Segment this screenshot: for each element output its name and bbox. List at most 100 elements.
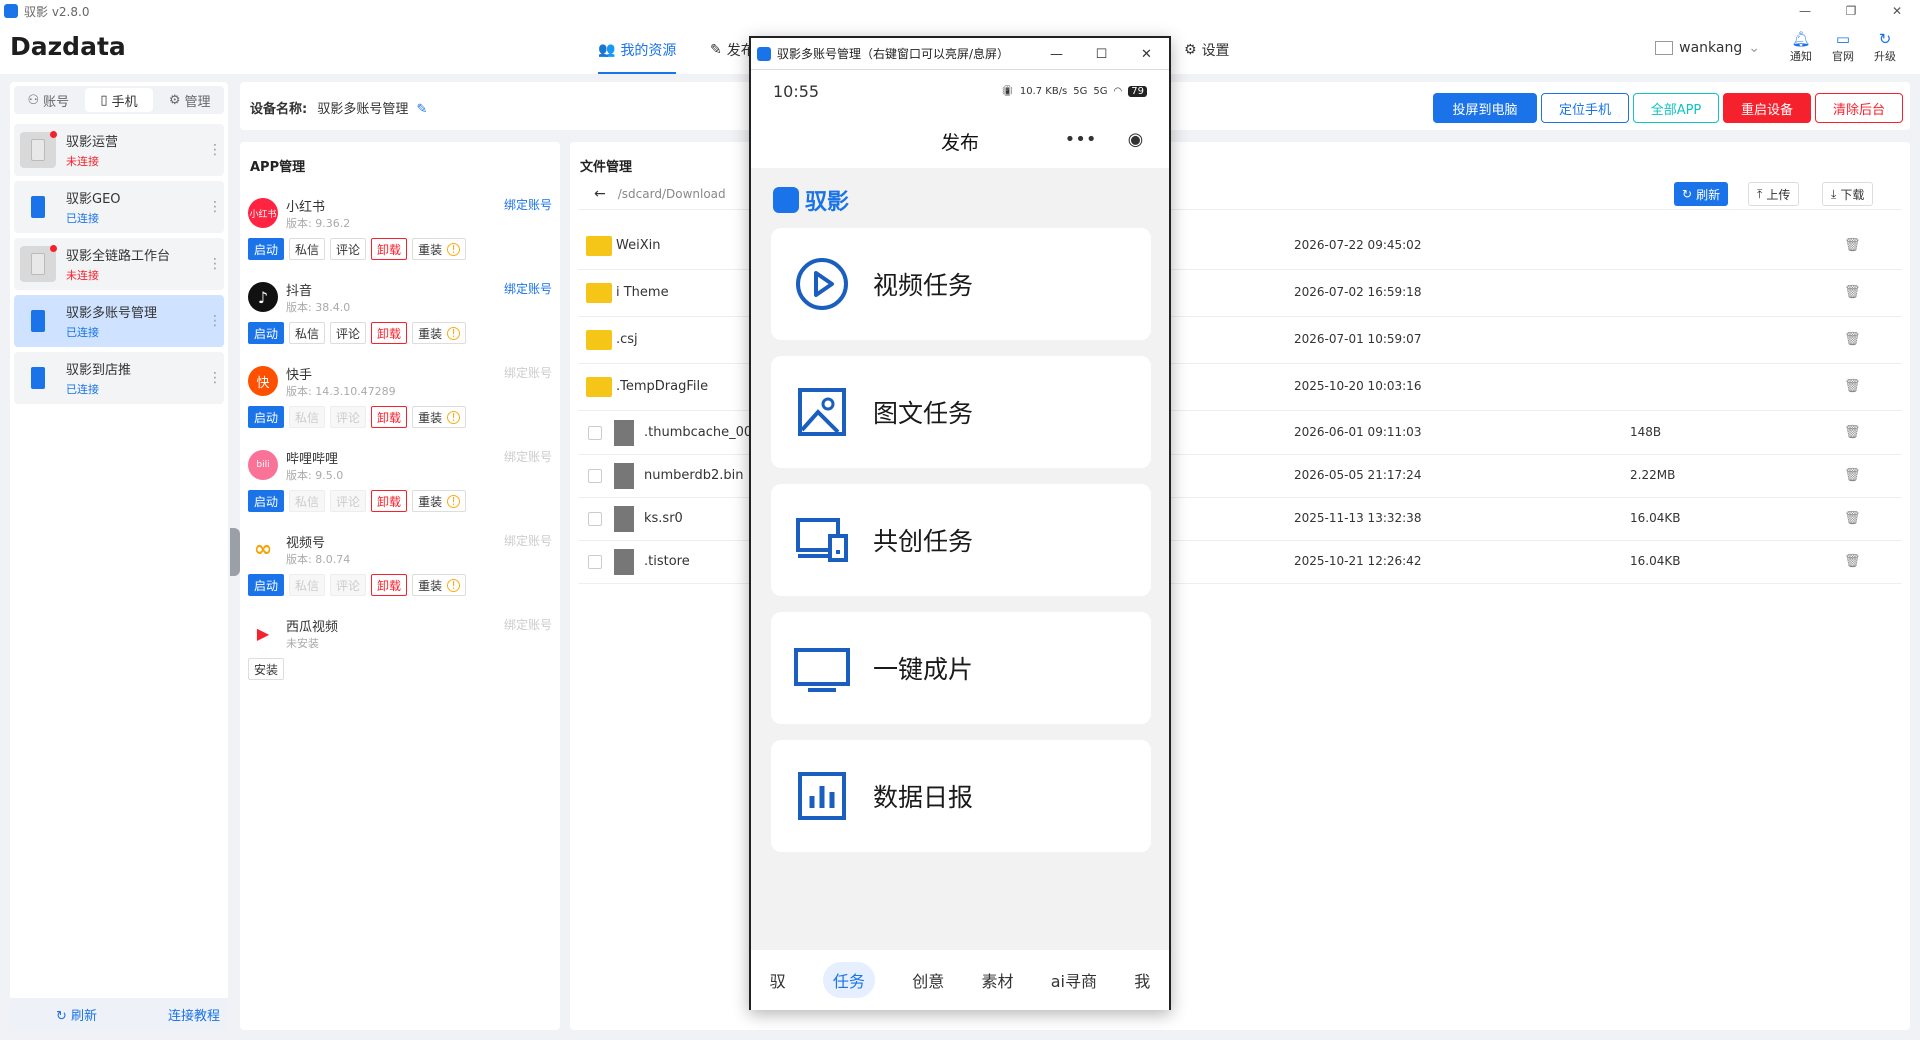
close-button[interactable]: ✕ xyxy=(1874,0,1920,22)
comment-button[interactable]: 评论 xyxy=(330,322,367,344)
tab-accounts[interactable]: ⚇ 账号 xyxy=(14,86,83,114)
edit-icon[interactable]: ✎ xyxy=(417,102,428,117)
tab-creative[interactable]: 创意 xyxy=(912,968,944,992)
tab-home[interactable]: 驭 xyxy=(770,968,786,992)
back-arrow-icon[interactable]: ← xyxy=(594,186,606,202)
more-icon[interactable]: ⋮ xyxy=(208,199,224,215)
task-card[interactable]: 视频任务 xyxy=(771,228,1151,340)
row-checkbox[interactable] xyxy=(588,426,602,440)
trash-icon[interactable]: 🗑︎ xyxy=(1844,425,1861,440)
tab-tasks[interactable]: 任务 xyxy=(822,962,875,998)
device-item[interactable]: 驭影运营 未连接 ⋮ xyxy=(14,124,224,176)
task-card[interactable]: 一键成片 xyxy=(771,612,1151,724)
comment-button: 评论 xyxy=(330,490,367,512)
label: 通知 xyxy=(1790,50,1812,63)
task-card[interactable]: 数据日报 xyxy=(771,740,1151,852)
bind-account-link: 绑定账号 xyxy=(503,618,552,632)
refresh-button[interactable]: ↻ 刷新 xyxy=(1674,182,1729,206)
tab-my-resources[interactable]: 👥 我的资源 xyxy=(598,40,677,74)
start-button[interactable]: 启动 xyxy=(248,406,285,428)
row-checkbox[interactable] xyxy=(588,469,602,483)
reinstall-button[interactable]: 重装! xyxy=(412,322,467,344)
reinstall-button[interactable]: 重装! xyxy=(412,574,467,596)
start-button[interactable]: 启动 xyxy=(248,322,285,344)
restore-button[interactable]: ❐ xyxy=(1828,0,1874,22)
tab-ai[interactable]: ai寻商 xyxy=(1051,968,1097,992)
user-menu[interactable]: wankang ⌄ xyxy=(1655,40,1760,56)
file-icon xyxy=(614,506,634,532)
restart-device-button[interactable]: 重启设备 xyxy=(1723,93,1811,123)
dm-button[interactable]: 私信 xyxy=(289,238,326,260)
uninstall-button[interactable]: 卸载 xyxy=(371,574,408,596)
target-icon[interactable]: ◉ xyxy=(1128,129,1144,150)
device-item[interactable]: 驭影GEO 已连接 ⋮ xyxy=(14,181,224,233)
device-name-field: 设备名称: 驭影多账号管理 ✎ xyxy=(250,98,427,117)
minimize-button[interactable]: — xyxy=(1782,0,1828,22)
row-checkbox[interactable] xyxy=(588,555,602,569)
trash-icon[interactable]: 🗑︎ xyxy=(1844,379,1861,394)
start-button[interactable]: 启动 xyxy=(248,574,285,596)
bind-account-link[interactable]: 绑定账号 xyxy=(504,196,552,213)
trash-icon[interactable]: 🗑︎ xyxy=(1844,285,1861,300)
collapse-handle[interactable] xyxy=(230,528,240,576)
trash-icon[interactable]: 🗑︎ xyxy=(1844,468,1861,483)
app-name: 视频号 xyxy=(286,536,326,551)
uninstall-button[interactable]: 卸载 xyxy=(371,322,408,344)
app-name: 小红书 xyxy=(286,200,326,215)
tab-phones[interactable]: ▯ 手机 xyxy=(84,88,154,112)
uninstall-button[interactable]: 卸载 xyxy=(371,490,408,512)
more-icon[interactable]: ⋮ xyxy=(208,142,224,158)
bind-account-link[interactable]: 绑定账号 xyxy=(504,280,552,297)
uninstall-button[interactable]: 卸载 xyxy=(371,406,408,428)
reinstall-button[interactable]: 重装! xyxy=(412,490,467,512)
refresh-button[interactable]: ↻ 刷新 xyxy=(56,1005,97,1024)
start-button[interactable]: 启动 xyxy=(248,490,285,512)
upgrade-button[interactable]: ↻ 升级 xyxy=(1868,30,1902,64)
download-button[interactable]: ⤓ 下载 xyxy=(1822,182,1874,206)
device-item[interactable]: 驭影全链路工作台 未连接 ⋮ xyxy=(14,238,224,290)
status-icons: 📳︎ 10.7 KB/s 5G 5G ◠ 79 xyxy=(1001,85,1147,97)
notification-button[interactable]: 🔔︎ 通知 xyxy=(1784,30,1818,64)
install-button[interactable]: 安装 xyxy=(248,658,285,680)
close-button[interactable]: ✕ xyxy=(1124,38,1169,70)
miniprogram-capsule[interactable]: ••• ◉ xyxy=(1049,120,1159,158)
trash-icon[interactable]: 🗑︎ xyxy=(1844,511,1861,526)
tab-me[interactable]: 我 xyxy=(1134,968,1150,992)
mirror-titlebar[interactable]: 驭影多账号管理（右键窗口可以亮屏/息屏） — ☐ ✕ xyxy=(751,38,1169,70)
uninstall-button[interactable]: 卸载 xyxy=(371,238,408,260)
tab-manage[interactable]: ⚙ 管理 xyxy=(155,86,224,114)
tab-settings[interactable]: ⚙ 设置 xyxy=(1184,40,1230,60)
task-card[interactable]: 图文任务 xyxy=(771,356,1151,468)
website-button[interactable]: ▭ 官网 xyxy=(1826,30,1860,64)
start-button[interactable]: 启动 xyxy=(248,238,285,260)
more-dots-icon[interactable]: ••• xyxy=(1065,129,1097,150)
brand-logo: Dazdata xyxy=(10,32,126,61)
task-card[interactable]: 共创任务 xyxy=(771,484,1151,596)
panel-title: APP管理 xyxy=(250,160,306,175)
dm-button: 私信 xyxy=(289,574,326,596)
locate-phone-button[interactable]: 定位手机 xyxy=(1541,93,1629,123)
all-apps-button[interactable]: 全部APP xyxy=(1633,93,1719,123)
more-icon[interactable]: ⋮ xyxy=(208,370,224,386)
row-checkbox[interactable] xyxy=(588,512,602,526)
tab-materials[interactable]: 素材 xyxy=(981,968,1013,992)
more-icon[interactable]: ⋮ xyxy=(208,256,224,272)
minimize-button[interactable]: — xyxy=(1034,38,1079,70)
trash-icon[interactable]: 🗑︎ xyxy=(1844,554,1861,569)
trash-icon[interactable]: 🗑︎ xyxy=(1844,332,1861,347)
device-item[interactable]: 驭影到店推 已连接 ⋮ xyxy=(14,352,224,404)
more-icon[interactable]: ⋮ xyxy=(208,313,224,329)
phone-screen[interactable]: 10:55 📳︎ 10.7 KB/s 5G 5G ◠ 79 发布 ••• ◉ 驭… xyxy=(751,72,1169,1010)
cast-to-pc-button[interactable]: 投屏到电脑 xyxy=(1433,93,1537,123)
dm-button[interactable]: 私信 xyxy=(289,322,326,344)
reinstall-button[interactable]: 重装! xyxy=(412,406,467,428)
upload-button[interactable]: ⤒ 上传 xyxy=(1748,182,1800,206)
trash-icon[interactable]: 🗑︎ xyxy=(1844,238,1861,253)
tutorial-link[interactable]: 连接教程 xyxy=(168,1005,220,1024)
file-size: 16.04KB xyxy=(1630,511,1681,525)
clear-background-button[interactable]: 清除后台 xyxy=(1815,93,1903,123)
comment-button[interactable]: 评论 xyxy=(330,238,367,260)
reinstall-button[interactable]: 重装! xyxy=(412,238,467,260)
maximize-button[interactable]: ☐ xyxy=(1079,38,1124,70)
device-item-selected[interactable]: 驭影多账号管理 已连接 ⋮ xyxy=(14,295,224,347)
